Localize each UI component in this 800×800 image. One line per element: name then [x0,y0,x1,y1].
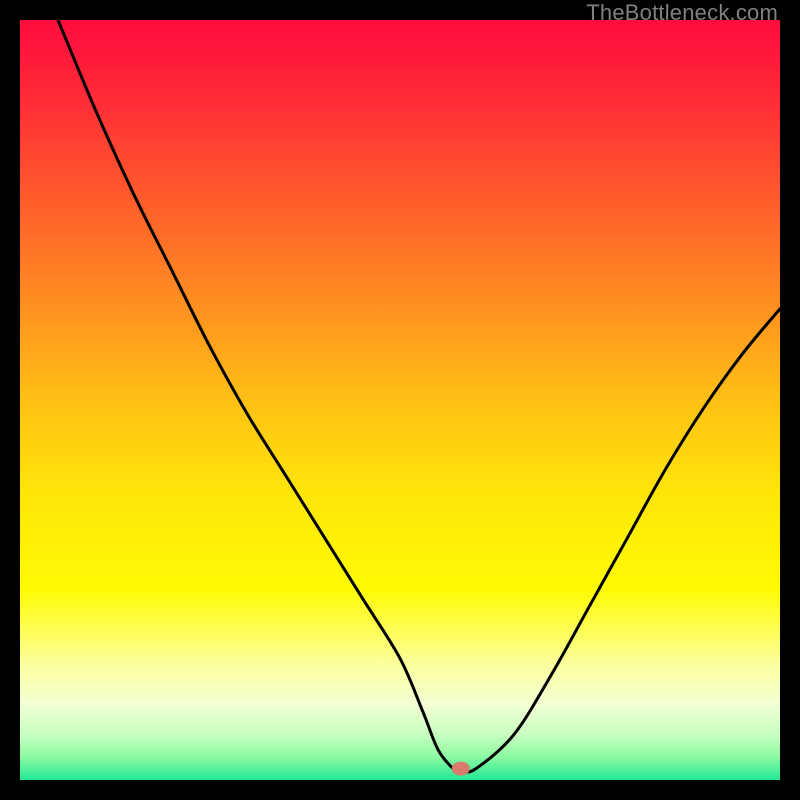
watermark-text: TheBottleneck.com [586,0,778,26]
marker-dot [452,762,470,776]
bottleneck-chart [20,20,780,780]
gradient-background [20,20,780,780]
chart-frame [20,20,780,780]
